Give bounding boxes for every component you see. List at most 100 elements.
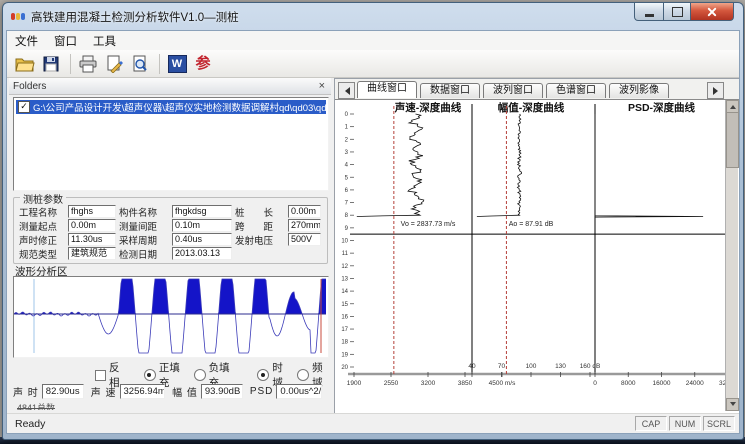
param-value-field[interactable]: 建筑规范	[68, 247, 116, 260]
svg-text:Vo = 2837.73 m/s: Vo = 2837.73 m/s	[401, 221, 456, 228]
param-label: 发射电压	[235, 233, 285, 247]
curves-panel: 曲线窗口数据窗口波列窗口色谱窗口波列影像 0123456789101112131…	[334, 78, 740, 415]
svg-text:0: 0	[593, 380, 597, 387]
tab-3[interactable]: 波列窗口	[483, 83, 543, 98]
readout-label: 声 速	[91, 384, 117, 399]
param-value-field[interactable]: 11.30us	[68, 233, 116, 246]
toolbar: W 参	[7, 50, 739, 78]
tab-5[interactable]: 波列影像	[609, 83, 669, 98]
param-value-field[interactable]: 0.00m	[288, 205, 321, 218]
radio-icon[interactable]	[194, 369, 206, 381]
svg-text:0: 0	[345, 112, 349, 118]
readout-value-field[interactable]: 82.90us	[42, 384, 84, 399]
svg-text:19: 19	[341, 352, 348, 358]
maximize-button[interactable]	[664, 3, 690, 21]
close-button[interactable]	[690, 3, 734, 21]
svg-text:15: 15	[341, 302, 348, 308]
file-list-item[interactable]: ✓ G:\公司产品设计开发\超声仪器\超声仪实地检测数据调解村qd\qd03\q…	[16, 100, 326, 114]
tab-scroll-right-button[interactable]	[707, 82, 724, 99]
svg-text:8000: 8000	[621, 380, 636, 387]
svg-text:20: 20	[341, 365, 348, 371]
word-icon: W	[168, 55, 187, 73]
menu-item[interactable]: 工具	[85, 31, 124, 51]
file-checkbox[interactable]: ✓	[18, 101, 30, 113]
folders-panel-header[interactable]: Folders ×	[9, 78, 331, 95]
param-label: 跨 距	[235, 219, 285, 233]
tab-scroll-left-button[interactable]	[338, 82, 355, 99]
minimize-button[interactable]	[634, 3, 664, 21]
waveform-chart[interactable]	[13, 276, 329, 358]
depth-curves-chart[interactable]: 01234567891011121314151617181920声速-深度曲线1…	[336, 100, 738, 402]
tab-1[interactable]: 曲线窗口	[357, 81, 417, 98]
svg-text:3200: 3200	[421, 380, 436, 387]
svg-text:160 dB: 160 dB	[580, 363, 601, 370]
readout-label: 幅 值	[172, 384, 198, 399]
svg-text:16: 16	[341, 314, 348, 320]
svg-text:声速-深度曲线: 声速-深度曲线	[394, 101, 462, 114]
tab-4[interactable]: 色谱窗口	[546, 83, 606, 98]
print-setup-icon	[105, 55, 123, 73]
open-folder-icon	[15, 55, 35, 73]
readout-label: 声 时	[13, 384, 39, 399]
minimize-icon	[645, 14, 654, 17]
svg-text:12: 12	[341, 264, 348, 270]
open-button[interactable]	[13, 53, 37, 75]
right-arrow-icon	[713, 87, 722, 95]
clipped-counter-text: 4841总数	[17, 401, 55, 410]
save-button[interactable]	[39, 53, 63, 75]
display-controls-row: 反相正填充负填充时域频域	[9, 368, 331, 382]
folders-close-icon[interactable]: ×	[317, 81, 327, 91]
print-preview-button[interactable]	[128, 53, 152, 75]
svg-text:7: 7	[345, 201, 349, 207]
up-arrow-icon	[730, 102, 736, 109]
scroll-down-button[interactable]	[726, 398, 739, 411]
param-value-field[interactable]: 500V	[288, 233, 321, 246]
svg-text:Ao = 87.91 dB: Ao = 87.91 dB	[509, 221, 554, 228]
param-label: 声时修正	[19, 233, 65, 247]
readout-value-field[interactable]: 3256.94m/s	[120, 384, 166, 399]
param-value-field[interactable]: 0.40us	[172, 233, 232, 246]
toolbar-separator	[159, 54, 160, 74]
tab-strip: 曲线窗口数据窗口波列窗口色谱窗口波列影像	[335, 79, 739, 100]
param-label: 构件名称	[119, 205, 169, 219]
svg-text:2550: 2550	[384, 380, 399, 387]
word-export-button[interactable]: W	[165, 53, 189, 75]
svg-text:3: 3	[345, 150, 349, 156]
radio-icon[interactable]	[257, 369, 269, 381]
checkbox-icon[interactable]	[95, 370, 106, 381]
param-value-field[interactable]: 2013.03.13	[172, 247, 232, 260]
readout-value-field[interactable]: 93.90dB	[201, 384, 243, 399]
param-value-field[interactable]: 0.10m	[172, 219, 232, 232]
window-title: 高铁建用混凝土检测分析软件V1.0—测桩	[31, 9, 239, 25]
readout-value-field[interactable]: 0.00us^2/m	[276, 384, 322, 399]
param-label: 测量间距	[119, 219, 169, 233]
readout-row: 声 时82.90us声 速3256.94m/s幅 值93.90dBPSD0.00…	[13, 384, 329, 399]
param-value-field[interactable]: fhgkdsg	[172, 205, 232, 218]
param-label: 采样周期	[119, 233, 169, 247]
file-path: G:\公司产品设计开发\超声仪器\超声仪实地检测数据调解村qd\qd03\qd0…	[33, 100, 326, 114]
svg-text:14: 14	[341, 289, 348, 295]
svg-text:4500 m/s: 4500 m/s	[489, 380, 516, 387]
svg-text:3850: 3850	[458, 380, 473, 387]
radio-icon[interactable]	[144, 369, 156, 381]
param-value-field[interactable]: fhghs	[68, 205, 116, 218]
down-arrow-icon	[730, 402, 736, 409]
menu-item[interactable]: 窗口	[46, 31, 85, 51]
title-bar[interactable]: 高铁建用混凝土检测分析软件V1.0—测桩	[3, 3, 743, 30]
file-list[interactable]: ✓ G:\公司产品设计开发\超声仪器\超声仪实地检测数据调解村qd\qd03\q…	[13, 97, 329, 191]
param-value-field[interactable]: 0.00m	[68, 219, 116, 232]
vertical-scrollbar[interactable]	[725, 100, 738, 411]
tab-2[interactable]: 数据窗口	[420, 83, 480, 98]
print-preview-icon	[131, 55, 149, 73]
menu-item[interactable]: 文件	[7, 31, 46, 51]
svg-text:4: 4	[345, 163, 349, 169]
scrollbar-thumb[interactable]	[726, 112, 739, 168]
print-button[interactable]	[76, 53, 100, 75]
print-setup-button[interactable]	[102, 53, 126, 75]
radio-icon[interactable]	[297, 369, 309, 381]
param-value-field[interactable]: 270mm	[288, 219, 321, 232]
svg-text:11: 11	[342, 251, 349, 257]
parameters-button[interactable]: 参	[191, 53, 215, 75]
svg-text:1900: 1900	[347, 380, 362, 387]
printer-icon	[78, 55, 98, 73]
